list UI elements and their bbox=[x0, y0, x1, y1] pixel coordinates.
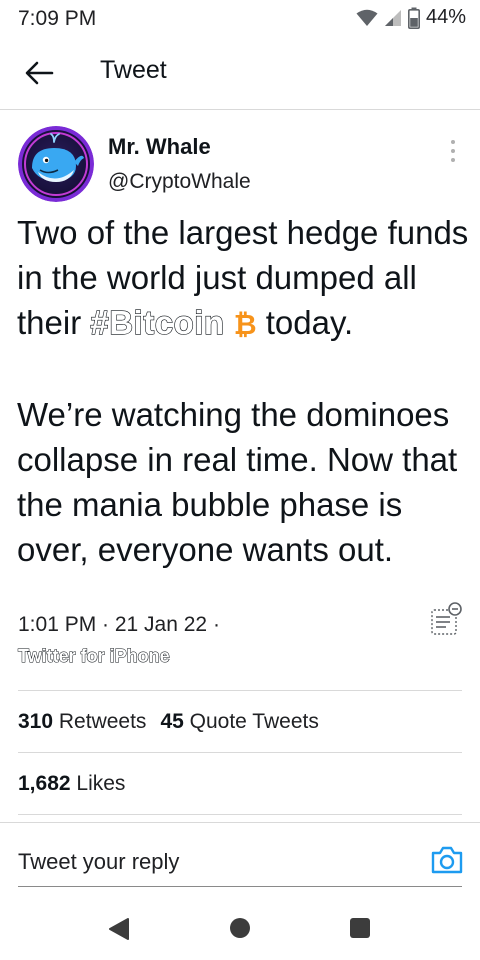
author-avatar[interactable] bbox=[18, 126, 94, 202]
author-name[interactable]: Mr. Whale bbox=[108, 134, 211, 160]
reply-bar: Tweet your reply bbox=[0, 822, 480, 887]
nav-back-icon[interactable] bbox=[108, 917, 130, 941]
tweet-paragraph-2: We’re watching the dominoes collapse in … bbox=[17, 396, 458, 568]
likes-label: Likes bbox=[76, 772, 126, 795]
bitcoin-emoji-icon: ₿ bbox=[233, 309, 257, 340]
cell-signal-icon bbox=[384, 9, 401, 26]
retweets-label: Retweets bbox=[58, 710, 147, 733]
divider bbox=[18, 690, 462, 691]
likes-count: 1,682 bbox=[18, 772, 71, 795]
paragraph-spacer bbox=[17, 347, 472, 392]
reply-underline bbox=[18, 886, 462, 887]
quote-tweets-count: 45 bbox=[160, 710, 184, 733]
author-handle[interactable]: @CryptoWhale bbox=[108, 170, 251, 194]
tweet-text: Two of the largest hedge funds in the wo… bbox=[17, 210, 472, 572]
back-arrow-icon[interactable] bbox=[24, 60, 54, 86]
translate-icon[interactable] bbox=[430, 600, 464, 636]
tweet-paragraph-1: Two of the largest hedge funds in the wo… bbox=[17, 210, 472, 347]
reply-input[interactable]: Tweet your reply bbox=[18, 849, 179, 875]
whale-avatar-icon bbox=[18, 126, 94, 202]
status-icons: 44% bbox=[356, 6, 466, 29]
status-time: 7:09 PM bbox=[18, 7, 97, 30]
retweets-count: 310 bbox=[18, 710, 54, 733]
likes-row[interactable]: 1,682 Likes bbox=[18, 772, 125, 796]
app-header: Tweet bbox=[0, 36, 480, 110]
more-vertical-icon[interactable] bbox=[447, 138, 459, 164]
status-bar: 7:09 PM 44% bbox=[0, 0, 480, 36]
quote-tweets-label: Quote Tweets bbox=[189, 710, 319, 733]
nav-recents-icon[interactable] bbox=[350, 918, 370, 938]
quote-tweets-stat[interactable]: 45 Quote Tweets bbox=[160, 710, 318, 733]
divider bbox=[18, 814, 462, 815]
nav-home-icon[interactable] bbox=[230, 918, 250, 938]
tweet-timestamp: 1:01 PM · 21 Jan 22 · bbox=[18, 613, 220, 636]
page-title: Tweet bbox=[100, 56, 167, 84]
battery-icon bbox=[407, 7, 420, 29]
hashtag-bitcoin[interactable]: #Bitcoin bbox=[90, 303, 225, 341]
system-nav-bar bbox=[0, 890, 480, 960]
engagement-row: 310 Retweets 45 Quote Tweets bbox=[18, 710, 319, 734]
tweet-text-part-2: today. bbox=[256, 304, 354, 341]
tweet-client-link[interactable]: Twitter for iPhone bbox=[18, 646, 171, 667]
battery-percent: 44% bbox=[425, 6, 466, 28]
camera-icon[interactable] bbox=[430, 845, 464, 875]
retweets-stat[interactable]: 310 Retweets bbox=[18, 710, 146, 733]
divider bbox=[18, 752, 462, 753]
wifi-icon bbox=[356, 9, 378, 26]
